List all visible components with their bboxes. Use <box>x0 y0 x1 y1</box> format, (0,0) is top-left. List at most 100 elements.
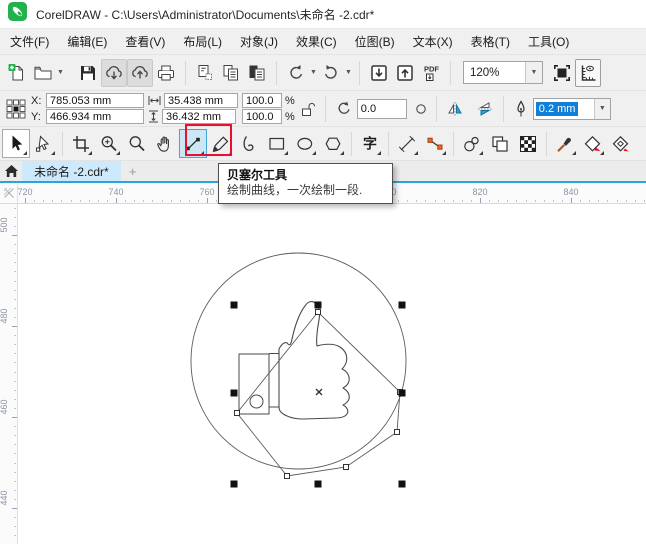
paste-button[interactable] <box>244 59 270 87</box>
new-document-button[interactable] <box>4 59 30 87</box>
menu-table[interactable]: 表格(T) <box>462 29 519 54</box>
dimension-icon <box>398 135 416 152</box>
menu-edit[interactable]: 编辑(E) <box>58 29 116 54</box>
interactive-fill-tool[interactable] <box>579 129 607 158</box>
drawing-canvas[interactable] <box>18 204 646 544</box>
mesh-pattern-tool[interactable] <box>514 129 542 158</box>
zoom-out-tool[interactable] <box>123 129 151 158</box>
brush-icon <box>212 135 229 152</box>
menu-bitmaps[interactable]: 位图(B) <box>346 29 404 54</box>
bezier-curve-path[interactable] <box>236 311 401 477</box>
cut-button[interactable] <box>192 59 218 87</box>
menu-effects[interactable]: 效果(C) <box>287 29 346 54</box>
print-button[interactable] <box>153 59 179 87</box>
selection-handle[interactable] <box>398 480 406 488</box>
zoom-level-dropdown-arrow[interactable]: ▼ <box>525 62 542 83</box>
artistic-media-tool[interactable] <box>207 129 235 158</box>
menu-view[interactable]: 查看(V) <box>116 29 174 54</box>
canvas-svg[interactable] <box>18 204 646 544</box>
selection-handle[interactable] <box>314 480 322 488</box>
curve-node[interactable] <box>234 410 240 416</box>
undo-button[interactable] <box>283 59 309 87</box>
ruler-origin-corner[interactable] <box>0 183 18 204</box>
object-height-icon <box>148 110 159 123</box>
cuff-button-shape[interactable] <box>249 394 264 409</box>
dimension-tool[interactable] <box>393 129 421 158</box>
vertical-ruler[interactable]: 440 460 480 500 <box>0 204 18 544</box>
x-position-input[interactable] <box>46 93 144 108</box>
svg-text:PDF: PDF <box>424 64 439 73</box>
thumbs-up-hand-shape[interactable] <box>278 301 350 420</box>
cloud-up-icon <box>132 65 148 78</box>
curve-node[interactable] <box>343 464 349 470</box>
redo-button[interactable] <box>318 59 344 87</box>
home-button[interactable] <box>0 161 22 181</box>
new-tab-button[interactable]: + <box>121 161 145 181</box>
outline-width-combo[interactable]: 0.2 mm ▼ <box>532 97 611 120</box>
selection-handle[interactable] <box>230 389 238 397</box>
selection-handle[interactable] <box>398 389 406 397</box>
toolbox-separator <box>62 131 63 156</box>
rotation-angle-input[interactable] <box>356 98 407 119</box>
y-position-input[interactable] <box>46 109 144 124</box>
selection-center-mark[interactable] <box>315 388 323 396</box>
curve-node[interactable] <box>315 309 321 315</box>
curve-node[interactable] <box>394 429 400 435</box>
mirror-vertical-button[interactable] <box>476 100 494 118</box>
menu-tools[interactable]: 工具(O) <box>519 29 578 54</box>
crop-tool[interactable] <box>67 129 95 158</box>
redo-dropdown-arrow[interactable]: ▼ <box>344 69 353 76</box>
selection-handle[interactable] <box>314 301 322 309</box>
copy-button[interactable] <box>218 59 244 87</box>
polygon-tool[interactable] <box>319 129 347 158</box>
menu-file[interactable]: 文件(F) <box>1 29 58 54</box>
selection-handle[interactable] <box>230 301 238 309</box>
text-icon: 字 <box>363 135 377 151</box>
import-button[interactable] <box>366 59 392 87</box>
scale-x-input[interactable] <box>242 93 282 108</box>
full-screen-preview-button[interactable] <box>549 59 575 87</box>
open-document-button[interactable] <box>30 59 56 87</box>
lock-ratio-button[interactable] <box>301 101 316 117</box>
redo-icon <box>325 64 337 79</box>
show-rulers-button[interactable] <box>575 58 601 87</box>
pan-tool[interactable] <box>151 129 179 158</box>
connector-tool[interactable] <box>421 129 449 158</box>
selection-handle[interactable] <box>398 301 406 309</box>
outline-width-dropdown-arrow[interactable]: ▼ <box>593 98 610 119</box>
pick-tool[interactable] <box>2 129 30 158</box>
scale-y-input[interactable] <box>242 109 282 124</box>
transparency-tool[interactable] <box>486 129 514 158</box>
save-document-button[interactable] <box>75 59 101 87</box>
shape-tool[interactable] <box>30 129 58 158</box>
cloud-download-button[interactable] <box>101 58 127 87</box>
document-tab-active[interactable]: 未命名 -2.cdr* <box>22 161 121 181</box>
zoom-tool[interactable] <box>95 129 123 158</box>
curve-node[interactable] <box>284 473 290 479</box>
smart-fill-tool[interactable] <box>607 129 635 158</box>
open-document-dropdown-arrow[interactable]: ▼ <box>56 69 65 76</box>
menu-object[interactable]: 对象(J) <box>231 29 287 54</box>
mirror-horizontal-button[interactable] <box>446 100 464 118</box>
text-tool[interactable]: 字 <box>356 129 384 158</box>
fill-icon <box>584 135 601 152</box>
circle-shape[interactable] <box>190 252 407 470</box>
undo-dropdown-arrow[interactable]: ▼ <box>309 69 318 76</box>
object-width-input[interactable] <box>164 93 238 108</box>
menu-layout[interactable]: 布局(L) <box>174 29 231 54</box>
menu-text[interactable]: 文本(X) <box>404 29 462 54</box>
undo-icon <box>290 64 302 79</box>
selection-handle[interactable] <box>230 480 238 488</box>
eyedropper-tool[interactable] <box>551 129 579 158</box>
standard-toolbar: ▼ ▼ ▼ PDF 120% ▼ <box>0 54 646 90</box>
object-height-input[interactable] <box>162 109 236 124</box>
zoom-level-combo[interactable]: 120% ▼ <box>463 61 543 84</box>
curve-tool[interactable] <box>235 129 263 158</box>
rectangle-tool[interactable] <box>263 129 291 158</box>
publish-to-pdf-button[interactable]: PDF <box>418 59 444 87</box>
ellipse-tool[interactable] <box>291 129 319 158</box>
shadow-tool[interactable] <box>458 129 486 158</box>
cloud-upload-button[interactable] <box>127 58 153 87</box>
export-button[interactable] <box>392 59 418 87</box>
bezier-tool[interactable] <box>179 129 207 158</box>
